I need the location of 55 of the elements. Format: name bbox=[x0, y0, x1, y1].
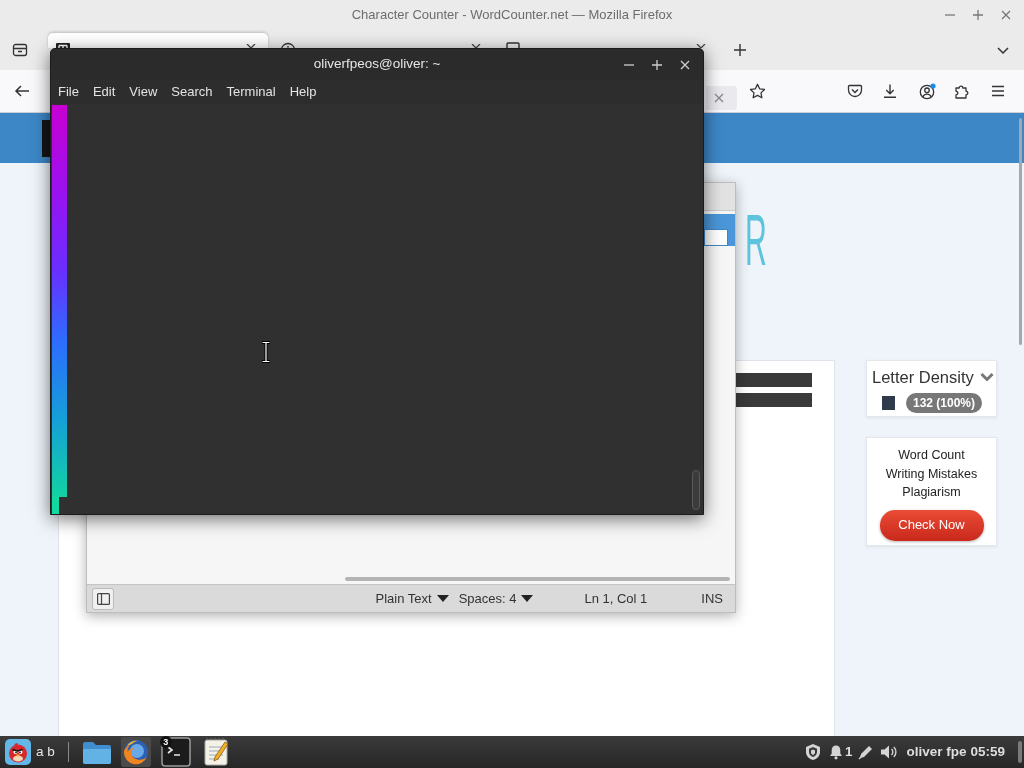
menu-item[interactable]: Edit bbox=[85, 82, 123, 102]
pocket-icon[interactable] bbox=[847, 83, 863, 99]
shield-icon[interactable] bbox=[803, 743, 822, 761]
count-badge: 132 (100%) bbox=[906, 392, 983, 413]
menu-item[interactable]: View bbox=[122, 82, 165, 102]
star-icon[interactable] bbox=[749, 82, 766, 100]
download-icon[interactable] bbox=[882, 83, 898, 99]
maximize-icon[interactable] bbox=[971, 8, 985, 22]
color-swatch-icon bbox=[882, 395, 895, 410]
check-now-button[interactable]: Check Now bbox=[879, 509, 984, 541]
caret-icon bbox=[521, 595, 534, 602]
window-title: oliverfpeos@oliver: ~ bbox=[313, 55, 441, 74]
menu-item[interactable]: Help bbox=[282, 82, 324, 102]
launcher-label[interactable]: a b bbox=[36, 741, 55, 763]
sidebar-toggle-button[interactable] bbox=[92, 587, 114, 610]
scrollbar-thumb[interactable] bbox=[1019, 118, 1022, 345]
clock[interactable]: 05:59 bbox=[970, 741, 1005, 763]
menu-item[interactable]: File bbox=[51, 82, 86, 102]
indentation-dropdown[interactable]: Spaces: 4 bbox=[458, 588, 534, 609]
bird-icon[interactable] bbox=[5, 739, 31, 765]
input-field[interactable] bbox=[704, 229, 728, 246]
folder-icon[interactable] bbox=[81, 739, 112, 765]
promo-line: Plagiarism bbox=[902, 484, 961, 501]
notification-count[interactable]: 1 bbox=[844, 741, 853, 763]
pen-icon[interactable] bbox=[858, 744, 875, 760]
speaker-icon[interactable] bbox=[880, 744, 899, 760]
menu-item[interactable]: Terminal bbox=[219, 82, 283, 102]
gradient-bar-tail bbox=[52, 497, 59, 514]
terminal-icon[interactable] bbox=[160, 737, 191, 767]
window-title: Character Counter - WordCounter.net — Mozilla Firefox bbox=[351, 6, 673, 25]
account-icon[interactable] bbox=[919, 82, 936, 100]
panel-handle[interactable] bbox=[1018, 741, 1022, 763]
scrollbar-thumb[interactable] bbox=[345, 577, 730, 581]
new-tab-icon[interactable] bbox=[733, 43, 747, 57]
promo-line: Word Count bbox=[898, 447, 965, 464]
clear-icon[interactable] bbox=[713, 92, 725, 104]
insert-mode: INS bbox=[701, 589, 723, 608]
back-arrow-icon[interactable] bbox=[14, 83, 30, 99]
text-cursor-icon bbox=[261, 341, 271, 363]
sidebar-icon bbox=[96, 592, 110, 605]
card-title[interactable]: Letter Density bbox=[872, 365, 974, 390]
cursor-position: Ln 1, Col 1 bbox=[584, 589, 648, 608]
language-dropdown[interactable]: Plain Text bbox=[375, 588, 449, 609]
count-badge: 3 bbox=[159, 736, 172, 748]
menu-icon[interactable] bbox=[990, 83, 1006, 99]
bell-icon[interactable] bbox=[828, 744, 843, 760]
puzzle-icon[interactable] bbox=[954, 83, 970, 99]
address-field[interactable] bbox=[706, 86, 737, 110]
caret-icon bbox=[436, 595, 449, 602]
browser-icon[interactable] bbox=[120, 737, 151, 767]
promo-line: Writing Mistakes bbox=[885, 465, 978, 483]
user-name[interactable]: oliver fpe bbox=[906, 741, 967, 763]
tab-overview-icon[interactable] bbox=[12, 42, 28, 58]
scrollbar-thumb[interactable] bbox=[692, 470, 700, 510]
menu-item[interactable]: Search bbox=[164, 82, 220, 102]
